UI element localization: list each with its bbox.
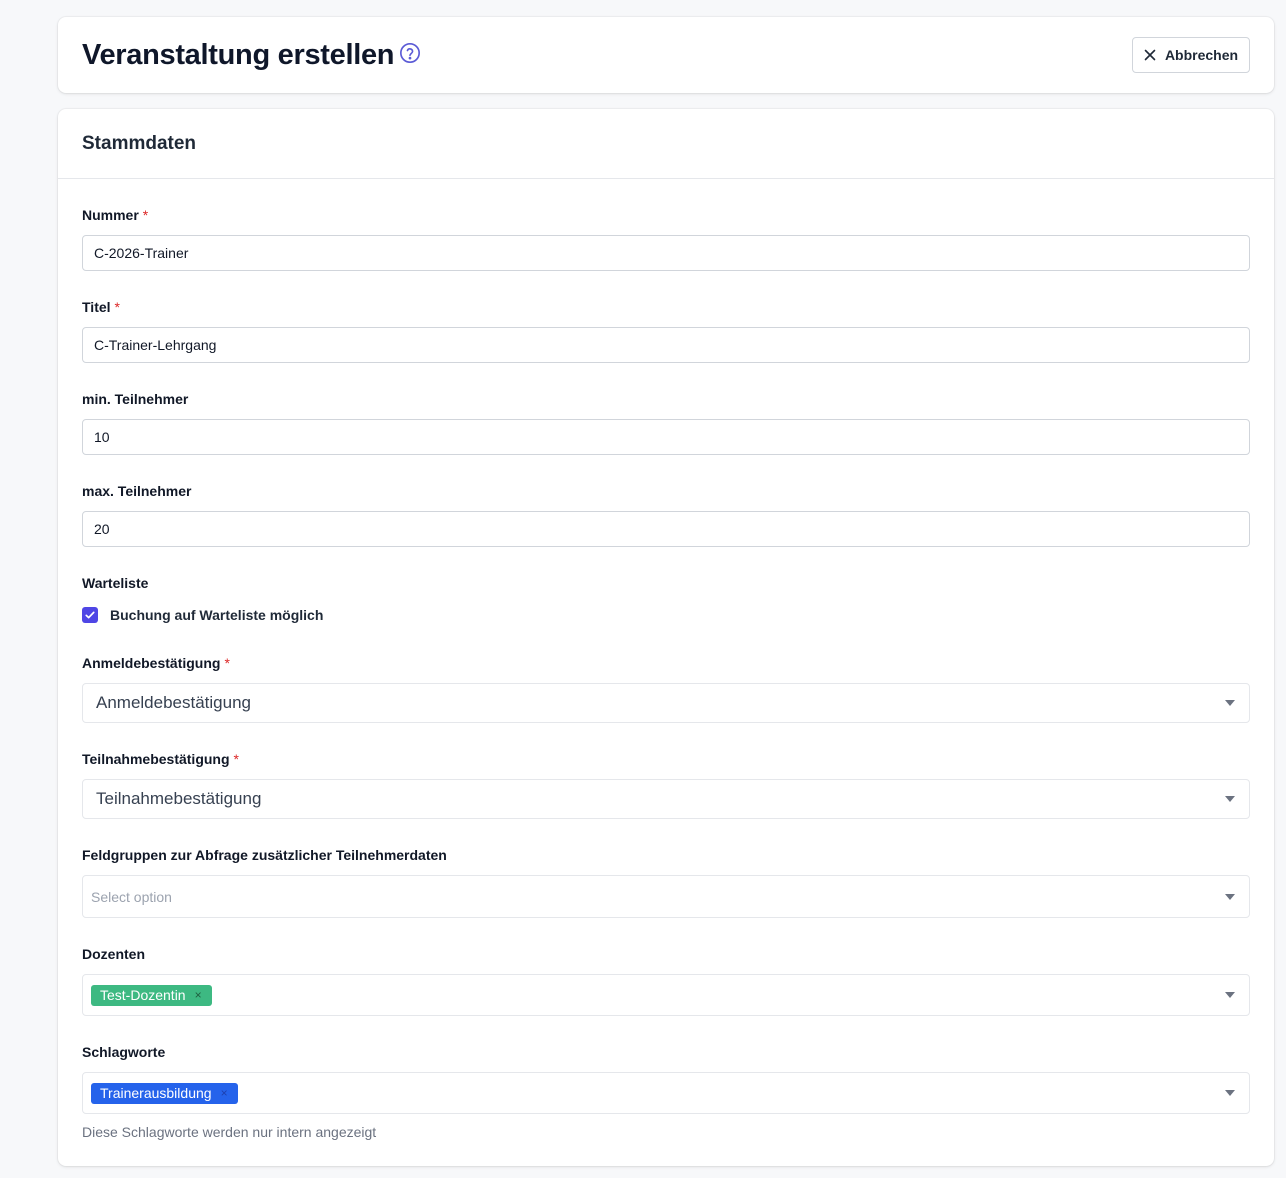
titel-input[interactable]	[82, 327, 1250, 363]
cancel-button-label: Abbrechen	[1164, 47, 1239, 63]
anmeldebestaetigung-value: Anmeldebestätigung	[96, 693, 252, 712]
check-icon	[85, 611, 95, 619]
page-title: Veranstaltung erstellen	[82, 39, 395, 71]
warteliste-checkbox-label: Buchung auf Warteliste möglich	[110, 607, 324, 623]
nummer-label-text: Nummer	[82, 207, 139, 223]
teilnahmebestaetigung-label-text: Teilnahmebestätigung	[82, 751, 230, 767]
anmeldebestaetigung-label-text: Anmeldebestätigung	[82, 655, 221, 671]
min-teilnehmer-input[interactable]	[82, 419, 1250, 455]
tag-remove-icon[interactable]: ×	[195, 989, 202, 1001]
section-title: Stammdaten	[82, 133, 197, 154]
anmeldebestaetigung-label: Anmeldebestätigung *	[82, 655, 230, 671]
max-teilnehmer-input[interactable]	[82, 511, 1250, 547]
min-teilnehmer-label: min. Teilnehmer	[82, 391, 189, 407]
required-mark: *	[142, 207, 149, 223]
tag-remove-icon[interactable]: ×	[221, 1087, 228, 1099]
warteliste-label: Warteliste	[82, 575, 149, 591]
caret-down-icon	[1225, 893, 1235, 900]
feldgruppen-placeholder: Select option	[91, 888, 172, 905]
dozenten-label: Dozenten	[82, 946, 145, 962]
teilnahmebestaetigung-value: Teilnahmebestätigung	[96, 789, 262, 808]
teilnahmebestaetigung-select[interactable]: Teilnahmebestätigung	[82, 779, 1250, 819]
required-mark: *	[224, 655, 230, 671]
caret-down-icon	[1225, 796, 1235, 802]
feldgruppen-label: Feldgruppen zur Abfrage zusätzlicher Tei…	[82, 847, 447, 863]
section-header: Stammdaten	[58, 109, 1274, 179]
required-mark: *	[233, 751, 239, 767]
schlagwort-tag: Trainerausbildung ×	[91, 1082, 238, 1104]
caret-down-icon	[1225, 1090, 1235, 1096]
schlagworte-label: Schlagworte	[82, 1044, 166, 1060]
nummer-label: Nummer *	[82, 207, 148, 223]
titel-label: Titel *	[82, 299, 120, 315]
close-icon	[1144, 49, 1156, 61]
warteliste-checkbox-row[interactable]: Buchung auf Warteliste möglich	[82, 607, 323, 623]
caret-down-icon	[1225, 992, 1235, 998]
dozenten-select[interactable]: Test-Dozentin ×	[82, 974, 1250, 1016]
page-header: Veranstaltung erstellen Abbrechen	[58, 17, 1274, 93]
teilnahmebestaetigung-label: Teilnahmebestätigung *	[82, 751, 239, 767]
cancel-button[interactable]: Abbrechen	[1132, 37, 1250, 73]
dozent-tag-label: Test-Dozentin	[100, 987, 186, 1003]
help-icon[interactable]	[399, 42, 421, 64]
stammdaten-card: Stammdaten Nummer* Titel* min. Teilnehme…	[58, 109, 1274, 1166]
max-teilnehmer-label: max. Teilnehmer	[82, 483, 192, 499]
required-mark: *	[114, 299, 120, 315]
caret-down-icon	[1225, 700, 1235, 706]
schlagworte-hint: Diese Schlagworte werden nur intern ange…	[82, 1124, 377, 1140]
titel-label-text: Titel	[82, 299, 111, 315]
dozent-tag: Test-Dozentin ×	[91, 984, 212, 1006]
warteliste-checkbox[interactable]	[82, 607, 98, 623]
feldgruppen-select[interactable]: Select option	[82, 875, 1250, 918]
nummer-input[interactable]	[82, 235, 1250, 271]
schlagworte-select[interactable]: Trainerausbildung ×	[82, 1072, 1250, 1114]
anmeldebestaetigung-select[interactable]: Anmeldebestätigung	[82, 683, 1250, 723]
schlagwort-tag-label: Trainerausbildung	[100, 1085, 212, 1101]
